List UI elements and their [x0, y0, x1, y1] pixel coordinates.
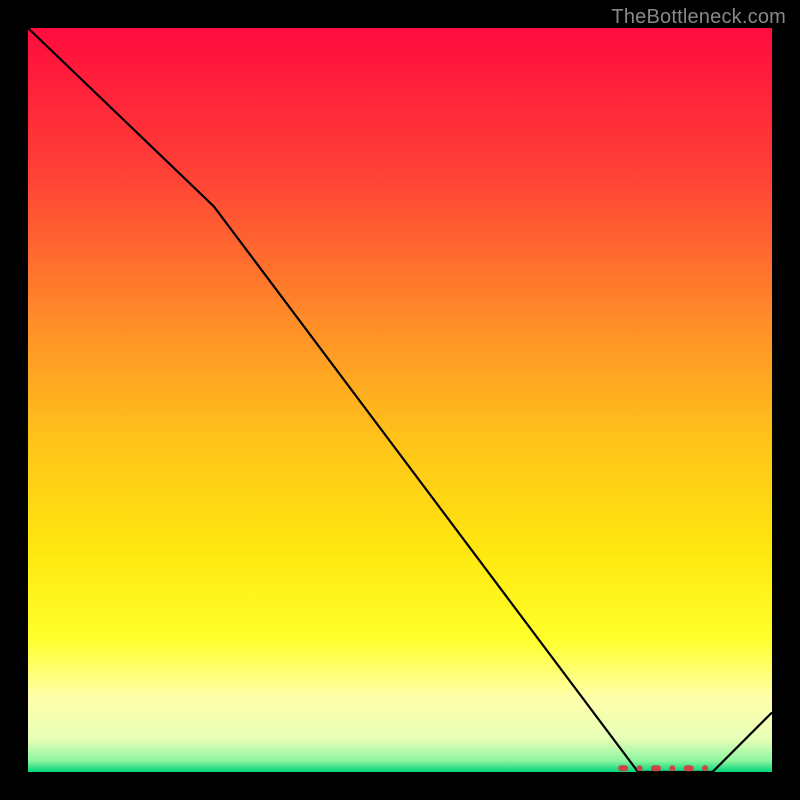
marker-dot: [669, 765, 675, 771]
chart-svg: [28, 28, 772, 772]
marker-dot: [684, 765, 694, 771]
marker-dot: [702, 765, 708, 771]
chart-plot-area: [28, 28, 772, 772]
marker-dot: [637, 765, 643, 771]
chart-background: [28, 28, 772, 772]
marker-dot: [618, 765, 628, 771]
watermark-text: TheBottleneck.com: [611, 6, 786, 29]
marker-dot: [651, 765, 661, 771]
